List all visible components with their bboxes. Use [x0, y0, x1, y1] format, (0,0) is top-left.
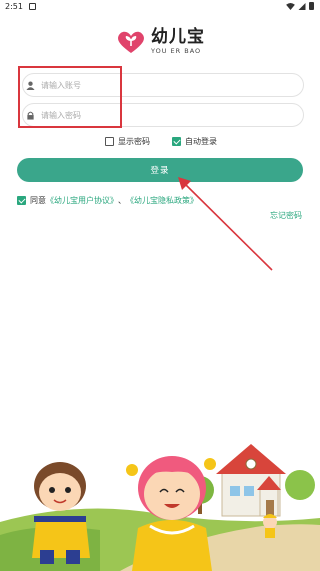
agreement-row: 同意 《幼儿宝用户协议》 、 《幼儿宝隐私政策》 [17, 195, 198, 206]
battery-icon [309, 2, 314, 10]
privacy-policy-link[interactable]: 《幼儿宝隐私政策》 [126, 195, 198, 206]
heart-sprout-logo-icon [118, 31, 144, 53]
user-agreement-link[interactable]: 《幼儿宝用户协议》 [46, 195, 118, 206]
children-school-illustration [0, 444, 320, 571]
auto-login-checkbox[interactable] [172, 137, 181, 146]
logo-name-cn: 幼儿宝 [151, 27, 205, 47]
notification-icon [29, 3, 36, 10]
forgot-password-link[interactable]: 忘记密码 [270, 210, 302, 221]
app-logo: 幼儿宝 YOU ER BAO [116, 28, 205, 55]
show-password-label: 显示密码 [118, 137, 150, 146]
auto-login-option[interactable]: 自动登录 [172, 136, 217, 147]
annotation-highlight-box [18, 66, 122, 128]
show-password-option[interactable]: 显示密码 [105, 136, 150, 147]
agreement-checkbox[interactable] [17, 196, 26, 205]
status-time: 2:51 [5, 2, 23, 11]
logo-name-en: YOU ER BAO [151, 47, 202, 55]
show-password-checkbox[interactable] [105, 137, 114, 146]
login-button[interactable]: 登录 [17, 158, 303, 182]
auto-login-label: 自动登录 [185, 137, 217, 146]
status-bar: 2:51 [0, 0, 320, 14]
wifi-icon [286, 2, 295, 10]
agreement-separator: 、 [118, 196, 126, 205]
agreement-prefix: 同意 [30, 196, 46, 205]
signal-icon [298, 2, 306, 10]
status-icons [286, 2, 314, 10]
